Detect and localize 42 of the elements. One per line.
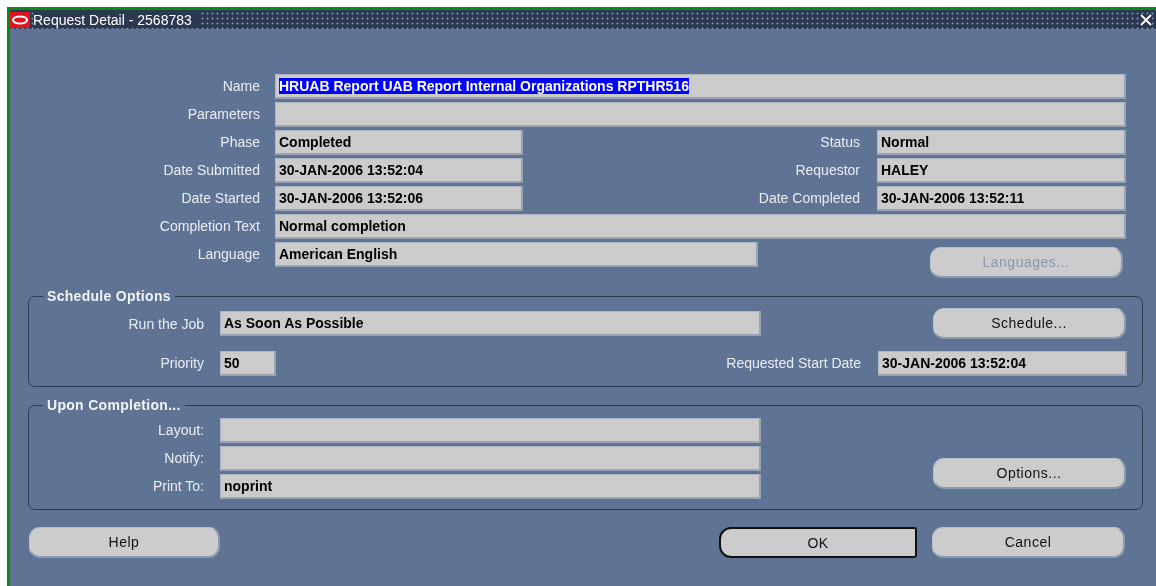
field-label: Status [819,134,861,150]
text-field[interactable]: HALEY [877,157,1126,183]
field-label: Date Completed [757,190,861,206]
field-label: Requested Start Date [725,355,862,371]
field-label: Requestor [794,162,861,178]
text-field[interactable]: 50 [220,350,276,376]
text-field[interactable]: Completed [275,129,523,155]
field-label: Language [196,246,261,262]
field-label: Completion Text [158,218,261,234]
window-title: Request Detail - 2568783 [33,11,200,28]
text-field[interactable]: Normal completion [275,213,1126,239]
text-field[interactable]: 30-JAN-2006 13:52:11 [877,185,1126,211]
dialog-button[interactable]: Schedule... [933,308,1126,339]
dialog-button[interactable]: Options... [933,458,1126,489]
close-icon[interactable] [1140,13,1152,26]
group-title: Schedule Options [46,288,172,304]
field-label: Priority [159,355,205,371]
app-logo-icon [10,11,30,28]
text-field[interactable]: As Soon As Possible [220,311,761,336]
field-label: Parameters [186,106,261,122]
text-field[interactable]: Normal [877,129,1126,155]
cancel-button[interactable]: Cancel [932,527,1125,558]
field-label: Date Submitted [162,162,261,178]
text-field[interactable] [220,417,761,443]
group-title: Upon Completion... [46,397,182,413]
field-label: Layout: [157,422,205,438]
text-field[interactable]: 30-JAN-2006 13:52:04 [275,157,523,183]
field-label: Date Started [180,190,261,206]
text-field[interactable]: American English [275,241,758,267]
field-label: Phase [219,134,261,150]
text-field[interactable]: 30-JAN-2006 13:52:06 [275,185,523,211]
text-field[interactable]: 30-JAN-2006 13:52:04 [878,350,1127,376]
field-label: Run the Job [127,315,205,332]
text-field[interactable] [220,445,761,471]
help-button[interactable]: Help [29,527,220,558]
ok-button[interactable]: OK [719,527,917,558]
field-label: Name [221,78,261,94]
text-field[interactable] [275,101,1126,127]
text-field[interactable]: HRUAB Report UAB Report Internal Organizations RPTHR516 [275,73,1126,99]
text-field[interactable]: noprint [220,473,761,499]
field-label: Notify: [163,450,205,466]
field-label: Print To: [151,478,205,494]
